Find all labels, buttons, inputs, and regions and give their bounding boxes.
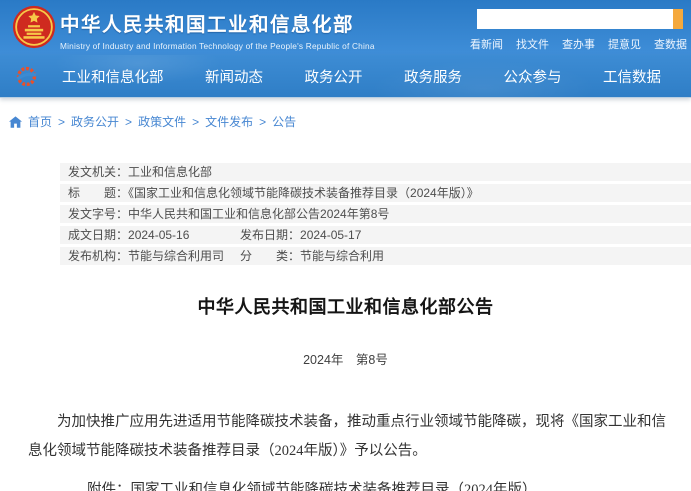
quick-link-feedback[interactable]: 提意见 <box>608 36 641 52</box>
quick-link-data[interactable]: 查数据 <box>654 36 687 52</box>
meta-title: 标 题：《国家工业和信息化领域节能降碳技术装备推荐目录（2024年版）》 <box>68 184 479 202</box>
home-icon <box>9 116 22 128</box>
nav-item-data[interactable]: 工信数据 <box>603 66 661 87</box>
breadcrumb-file-release[interactable]: 文件发布 <box>205 113 253 130</box>
site-subtitle: Ministry of Industry and Information Tec… <box>60 41 375 51</box>
nav-item-news[interactable]: 新闻动态 <box>205 66 263 87</box>
table-row: 发文机关：工业和信息化部 <box>60 163 691 181</box>
table-row: 标 题：《国家工业和信息化领域节能降碳技术装备推荐目录（2024年版）》 <box>60 184 691 202</box>
table-row: 发布机构：节能与综合利用司 分 类：节能与综合利用 <box>60 247 691 265</box>
site-title-block: 中华人民共和国工业和信息化部 Ministry of Industry and … <box>60 8 375 51</box>
quick-links: 看新闻 找文件 查办事 提意见 查数据 要投诉 <box>470 36 691 52</box>
national-emblem-icon <box>12 5 56 49</box>
breadcrumb-separator: > <box>192 115 199 129</box>
breadcrumb-separator: > <box>125 115 132 129</box>
table-row: 发文字号：中华人民共和国工业和信息化部公告2024年第8号 <box>60 205 691 223</box>
meta-issuing-org: 发文机关：工业和信息化部 <box>68 163 212 181</box>
announcement-paragraph: 为加快推广应用先进适用节能降碳技术装备，推动重点行业领域节能降碳，现将《国家工业… <box>28 408 671 466</box>
search-input[interactable] <box>477 9 673 29</box>
breadcrumb-announcement[interactable]: 公告 <box>272 113 296 130</box>
search-bar <box>477 9 683 29</box>
meta-written-date: 成文日期：2024-05-16 <box>68 226 240 244</box>
page-title: 中华人民共和国工业和信息化部公告 <box>0 293 691 319</box>
breadcrumb-home[interactable]: 首页 <box>28 113 52 130</box>
quick-link-services[interactable]: 查办事 <box>562 36 595 52</box>
attachment-link[interactable]: 附件：国家工业和信息化领域节能降碳技术装备推荐目录（2024年版） <box>87 478 671 491</box>
nav-item-gov-service[interactable]: 政务服务 <box>404 66 462 87</box>
breadcrumb: 首页 > 政务公开 > 政策文件 > 文件发布 > 公告 <box>0 98 691 130</box>
meta-publish-date: 发布日期：2024-05-17 <box>240 226 361 244</box>
meta-publish-org: 发布机构：节能与综合利用司 <box>68 247 240 265</box>
table-row: 成文日期：2024-05-16 发布日期：2024-05-17 <box>60 226 691 244</box>
issue-number: 2024年 第8号 <box>0 349 691 368</box>
nav-item-gov-open[interactable]: 政务公开 <box>305 66 363 87</box>
meta-doc-number: 发文字号：中华人民共和国工业和信息化部公告2024年第8号 <box>68 205 389 223</box>
nav-item-participation[interactable]: 公众参与 <box>504 66 562 87</box>
breadcrumb-policy-files[interactable]: 政策文件 <box>138 113 186 130</box>
quick-link-files[interactable]: 找文件 <box>516 36 549 52</box>
site-title[interactable]: 中华人民共和国工业和信息化部 <box>60 8 375 37</box>
quick-link-news[interactable]: 看新闻 <box>470 36 503 52</box>
meta-category: 分 类：节能与综合利用 <box>240 247 384 265</box>
breadcrumb-separator: > <box>259 115 266 129</box>
search-button[interactable] <box>673 9 683 29</box>
nav-item-miit[interactable]: 工业和信息化部 <box>62 66 164 87</box>
miit-logo-icon <box>15 65 38 88</box>
site-header: 中华人民共和国工业和信息化部 Ministry of Industry and … <box>0 0 691 55</box>
breadcrumb-separator: > <box>58 115 65 129</box>
breadcrumb-gov-open[interactable]: 政务公开 <box>71 113 119 130</box>
main-nav: 工业和信息化部 新闻动态 政务公开 政务服务 公众参与 工信数据 <box>0 55 691 98</box>
document-meta-table: 发文机关：工业和信息化部 标 题：《国家工业和信息化领域节能降碳技术装备推荐目录… <box>60 163 691 265</box>
